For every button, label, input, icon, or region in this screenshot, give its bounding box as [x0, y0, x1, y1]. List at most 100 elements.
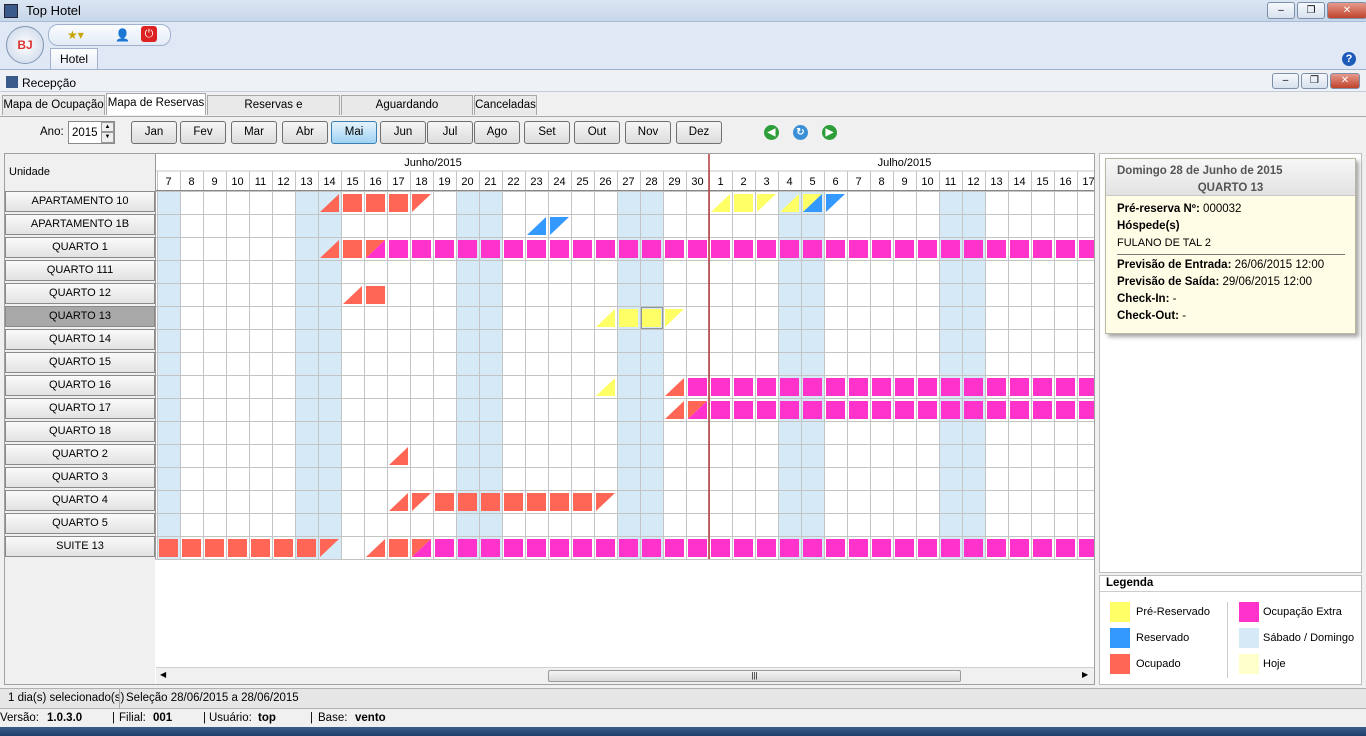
booking-departure	[826, 194, 845, 212]
unit-apartamento-10[interactable]: APARTAMENTO 10	[5, 191, 155, 212]
day-label: 6	[832, 176, 838, 188]
tab-mapa-ocupacao[interactable]: Mapa de Ocupação	[2, 95, 105, 115]
restore-button[interactable]: ❐	[1297, 2, 1325, 19]
unit-quarto-14[interactable]: QUARTO 14	[5, 329, 155, 350]
booking-arrival	[343, 286, 362, 304]
booking-cell	[596, 240, 615, 258]
year-stepper[interactable]: 2015 ▲ ▼	[68, 121, 115, 144]
booking-cell	[688, 539, 707, 557]
unit-quarto-17[interactable]: QUARTO 17	[5, 398, 155, 419]
booking-cell	[964, 378, 983, 396]
tab-mapa-reservas[interactable]: Mapa de Reservas	[106, 93, 206, 115]
previous-arrow-icon[interactable]: ◀	[764, 125, 779, 140]
user-login-icon[interactable]: 👤	[115, 28, 130, 42]
unit-quarto-13[interactable]: QUARTO 13	[5, 306, 155, 327]
document-bar: Recepção – ❐ ✕	[0, 72, 1366, 92]
entry-value: 26/06/2015 12:00	[1234, 259, 1325, 271]
exit-label: Previsão de Saída:	[1117, 276, 1220, 288]
power-icon[interactable]: ⏻	[141, 26, 157, 42]
booking-cell	[596, 539, 615, 557]
application-orb[interactable]: BJ	[6, 26, 44, 64]
month-button-ago[interactable]: Ago	[474, 121, 520, 144]
tab-canceladas[interactable]: Canceladas	[474, 95, 537, 115]
unit-apartamento-1b[interactable]: APARTAMENTO 1B	[5, 214, 155, 235]
unit-quarto-4[interactable]: QUARTO 4	[5, 490, 155, 511]
favorites-icon[interactable]: ★▾	[67, 28, 84, 42]
unit-quarto-111[interactable]: QUARTO 111	[5, 260, 155, 281]
doc-restore-button[interactable]: ❐	[1301, 73, 1328, 89]
unit-quarto-1[interactable]: QUARTO 1	[5, 237, 155, 258]
legend-label-pre-reservado: Pré-Reservado	[1136, 606, 1210, 618]
booking-cell	[872, 539, 891, 557]
unit-quarto-12[interactable]: QUARTO 12	[5, 283, 155, 304]
tab-aguardando-confirmacao[interactable]: Aguardando Confirmação	[341, 95, 473, 130]
month-button-jul[interactable]: Jul	[427, 121, 473, 144]
year-up-icon[interactable]: ▲	[101, 122, 114, 132]
month-button-abr[interactable]: Abr	[282, 121, 328, 144]
month-button-mai[interactable]: Mai	[331, 121, 377, 144]
day-label: 24	[553, 176, 565, 188]
day-label: 25	[576, 176, 588, 188]
refresh-icon[interactable]: ↻	[793, 125, 808, 140]
day-label: 26	[599, 176, 611, 188]
minimize-button[interactable]: –	[1267, 2, 1295, 19]
day-label: 13	[300, 176, 312, 188]
booking-cell	[964, 240, 983, 258]
month-button-fev[interactable]: Fev	[180, 121, 226, 144]
year-down-icon[interactable]: ▼	[101, 132, 114, 143]
day-label: 9	[901, 176, 907, 188]
scroll-left-icon[interactable]: ◀	[160, 670, 166, 679]
booking-cell	[1010, 539, 1029, 557]
booking-cell	[1079, 401, 1094, 419]
booking-cell	[159, 539, 178, 557]
day-label: 3	[763, 176, 769, 188]
day-label: 29	[668, 176, 680, 188]
booking-cell	[458, 240, 477, 258]
year-value: 2015	[72, 127, 98, 139]
unit-quarto-16[interactable]: QUARTO 16	[5, 375, 155, 396]
scroll-thumb[interactable]: |||	[548, 670, 961, 682]
month-button-mar[interactable]: Mar	[231, 121, 277, 144]
next-arrow-icon[interactable]: ▶	[822, 125, 837, 140]
ribbon-tab-hotel[interactable]: Hotel	[50, 48, 98, 69]
month-button-jan[interactable]: Jan	[131, 121, 177, 144]
booking-cell	[1033, 539, 1052, 557]
unit-suite-13[interactable]: SUITE 13	[5, 536, 155, 557]
booking-cell	[987, 539, 1006, 557]
booking-cell	[527, 539, 546, 557]
unit-quarto-5[interactable]: QUARTO 5	[5, 513, 155, 534]
doc-minimize-button[interactable]: –	[1272, 73, 1299, 89]
legend-swatch-ocupado	[1110, 654, 1130, 674]
doc-close-button[interactable]: ✕	[1330, 73, 1360, 89]
close-button[interactable]: ✕	[1327, 2, 1366, 19]
booking-cell	[734, 539, 753, 557]
tooltip-date: Domingo 28 de Junho de 2015	[1117, 165, 1283, 177]
booking-cell	[228, 539, 247, 557]
booking-cell	[803, 240, 822, 258]
legend-label-reservado: Reservado	[1136, 632, 1190, 644]
scroll-right-icon[interactable]: ▶	[1082, 670, 1088, 679]
day-label: 23	[530, 176, 542, 188]
month-button-out[interactable]: Out	[574, 121, 620, 144]
help-icon[interactable]: ?	[1342, 52, 1356, 66]
booking-cell	[711, 539, 730, 557]
tab-reservas-hospedagens[interactable]: Reservas e Hospedagens	[207, 95, 340, 130]
day-label: 21	[484, 176, 496, 188]
calendar-grid[interactable]: Junho/2015 Julho/20157 8 9 10 11 12 13 14 15 16 17 1…	[155, 154, 1095, 574]
horizontal-scrollbar[interactable]: ◀ ||| ▶	[156, 667, 1094, 684]
month-button-set[interactable]: Set	[524, 121, 570, 144]
month-button-jun[interactable]: Jun	[380, 121, 426, 144]
unit-quarto-18[interactable]: QUARTO 18	[5, 421, 155, 442]
booking-departure	[550, 217, 569, 235]
reservation-tooltip: Domingo 28 de Junho de 2015 QUARTO 13 Pr…	[1105, 158, 1356, 334]
month-button-dez[interactable]: Dez	[676, 121, 722, 144]
booking-cell	[481, 240, 500, 258]
unit-quarto-2[interactable]: QUARTO 2	[5, 444, 155, 465]
booking-cell	[941, 378, 960, 396]
booking-cell	[205, 539, 224, 557]
day-label: 8	[188, 176, 194, 188]
quick-access-toolbar: ★▾ 👤 ⏻	[48, 24, 171, 46]
unit-quarto-3[interactable]: QUARTO 3	[5, 467, 155, 488]
unit-quarto-15[interactable]: QUARTO 15	[5, 352, 155, 373]
month-button-nov[interactable]: Nov	[625, 121, 671, 144]
